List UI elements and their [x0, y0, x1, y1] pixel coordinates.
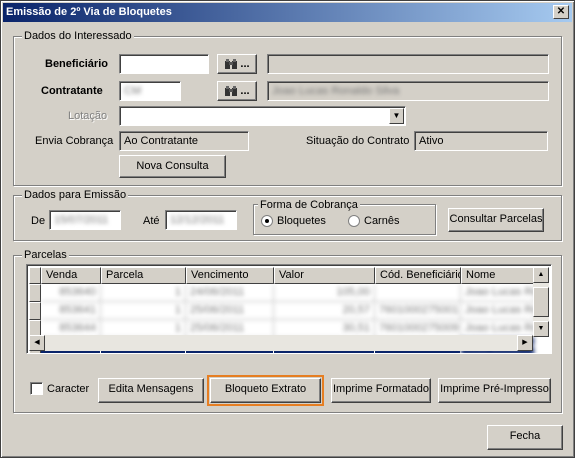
grid-header-indicator — [29, 267, 41, 284]
lotacao-label: Lotação — [68, 110, 108, 122]
scroll-thumb[interactable] — [533, 287, 549, 317]
cell-cod-beneficiario: 7601000275001 — [375, 302, 461, 320]
title-bar: Emissão de 2º Via de Bloquetes ✕ — [3, 3, 572, 22]
situacao-contrato-field: Ativo — [414, 131, 548, 151]
row-indicator — [29, 284, 41, 302]
cell-cod-beneficiario — [375, 284, 461, 302]
caracter-checkbox-box[interactable] — [30, 382, 43, 395]
cell-venda: 853640 — [41, 284, 101, 302]
chevron-down-icon[interactable]: ▼ — [389, 108, 404, 124]
fecha-button[interactable]: Fecha — [487, 425, 563, 450]
contratante-code-value: CM — [124, 85, 142, 97]
parcelas-grid[interactable]: Venda Parcela Vencimento Valor Cód. Bene… — [26, 264, 552, 354]
radio-bloquetes-label: Bloquetes — [277, 215, 326, 227]
scroll-left-icon[interactable]: ◀ — [29, 335, 45, 351]
cell-valor: 105,00 — [274, 284, 375, 302]
contratante-label: Contratante — [41, 85, 103, 97]
col-vencimento[interactable]: Vencimento — [186, 267, 274, 284]
de-date-input[interactable]: 15/07/2011 — [49, 210, 121, 230]
radio-carnes-label: Carnês — [364, 215, 400, 227]
envia-cobranca-label: Envia Cobrança — [35, 135, 114, 147]
consultar-parcelas-button[interactable]: Consultar Parcelas — [448, 208, 544, 232]
radio-carnes-dot[interactable] — [348, 215, 360, 227]
scroll-down-icon[interactable]: ▼ — [533, 321, 549, 337]
cell-vencimento: 24/06/2011 — [186, 284, 274, 302]
radio-carnes[interactable]: Carnês — [348, 215, 399, 227]
cell-parcela: 1 — [101, 302, 186, 320]
ate-label: Até — [143, 215, 160, 227]
group-label-emissao: Dados para Emissão — [22, 188, 129, 202]
beneficiario-name-field — [267, 54, 549, 74]
edita-mensagens-button[interactable]: Edita Mensagens — [98, 378, 204, 403]
radio-bloquetes[interactable]: Bloquetes — [261, 215, 326, 227]
bloqueto-extrato-button[interactable]: Bloqueto Extrato — [207, 375, 324, 406]
lookup-dots: ... — [240, 85, 250, 97]
beneficiario-lookup-button[interactable]: ... — [217, 54, 257, 74]
imprime-pre-impresso-button[interactable]: Imprime Pré-Impresso — [438, 378, 551, 403]
scroll-up-icon[interactable]: ▲ — [533, 267, 549, 283]
table-row[interactable]: 853640 1 24/06/2011 105,00 Joao Lucas Ro — [29, 284, 535, 302]
scroll-right-icon[interactable]: ▶ — [517, 335, 533, 351]
beneficiario-label: Beneficiário — [45, 58, 108, 70]
caracter-label: Caracter — [47, 382, 90, 395]
close-icon: ✕ — [556, 6, 566, 17]
cell-nome: Joao Lucas Ro — [461, 302, 535, 320]
cell-nome: Joao Lucas Ro — [461, 284, 535, 302]
contratante-lookup-button[interactable]: ... — [217, 81, 257, 101]
contratante-name-field: Joao Lucas Ronaldo Silva — [267, 81, 549, 101]
binoculars-icon — [225, 86, 238, 96]
envia-cobranca-field: Ao Contratante — [119, 131, 249, 151]
contratante-name-value: Joao Lucas Ronaldo Silva — [272, 85, 400, 97]
de-label: De — [31, 215, 46, 227]
col-nome[interactable]: Nome — [461, 267, 535, 284]
situacao-contrato-label: Situação do Contrato — [306, 135, 410, 147]
cell-vencimento: 25/06/2011 — [186, 302, 274, 320]
group-label-forma: Forma de Cobrança — [258, 198, 360, 212]
col-venda[interactable]: Venda — [41, 267, 101, 284]
col-parcela[interactable]: Parcela — [101, 267, 186, 284]
vertical-scrollbar[interactable]: ▲ ▼ — [533, 267, 549, 337]
close-button[interactable]: ✕ — [553, 5, 569, 19]
ate-date-value: 12/12/2011 — [170, 214, 225, 226]
dialog-window: Emissão de 2º Via de Bloquetes ✕ Dados d… — [0, 0, 575, 458]
contratante-code-input[interactable]: CM — [119, 81, 181, 101]
lookup-dots: ... — [240, 58, 250, 70]
row-indicator — [29, 302, 41, 320]
grid-header: Venda Parcela Vencimento Valor Cód. Bene… — [29, 267, 535, 284]
de-date-value: 15/07/2011 — [54, 214, 109, 226]
cell-venda: 853641 — [41, 302, 101, 320]
col-cod-beneficiario[interactable]: Cód. Beneficiário — [375, 267, 461, 284]
nova-consulta-button[interactable]: Nova Consulta — [119, 155, 226, 178]
col-valor[interactable]: Valor — [274, 267, 375, 284]
group-label-parcelas: Parcelas — [22, 248, 69, 262]
lotacao-select[interactable]: ▼ — [119, 106, 406, 126]
horizontal-scrollbar[interactable]: ◀ ▶ — [29, 335, 533, 351]
table-row[interactable]: 853641 1 25/06/2011 20,57 7601000275001 … — [29, 302, 535, 320]
binoculars-icon — [225, 59, 238, 69]
window-title: Emissão de 2º Via de Bloquetes — [6, 6, 172, 18]
caracter-checkbox[interactable]: Caracter — [30, 382, 89, 395]
radio-bloquetes-dot[interactable] — [261, 215, 273, 227]
ate-date-input[interactable]: 12/12/2011 — [165, 210, 237, 230]
cell-parcela: 1 — [101, 284, 186, 302]
group-label-interessado: Dados do Interessado — [22, 29, 134, 43]
beneficiario-code-input[interactable] — [119, 54, 209, 74]
cell-valor: 20,57 — [274, 302, 375, 320]
imprime-formatado-button[interactable]: Imprime Formatado — [331, 378, 431, 403]
